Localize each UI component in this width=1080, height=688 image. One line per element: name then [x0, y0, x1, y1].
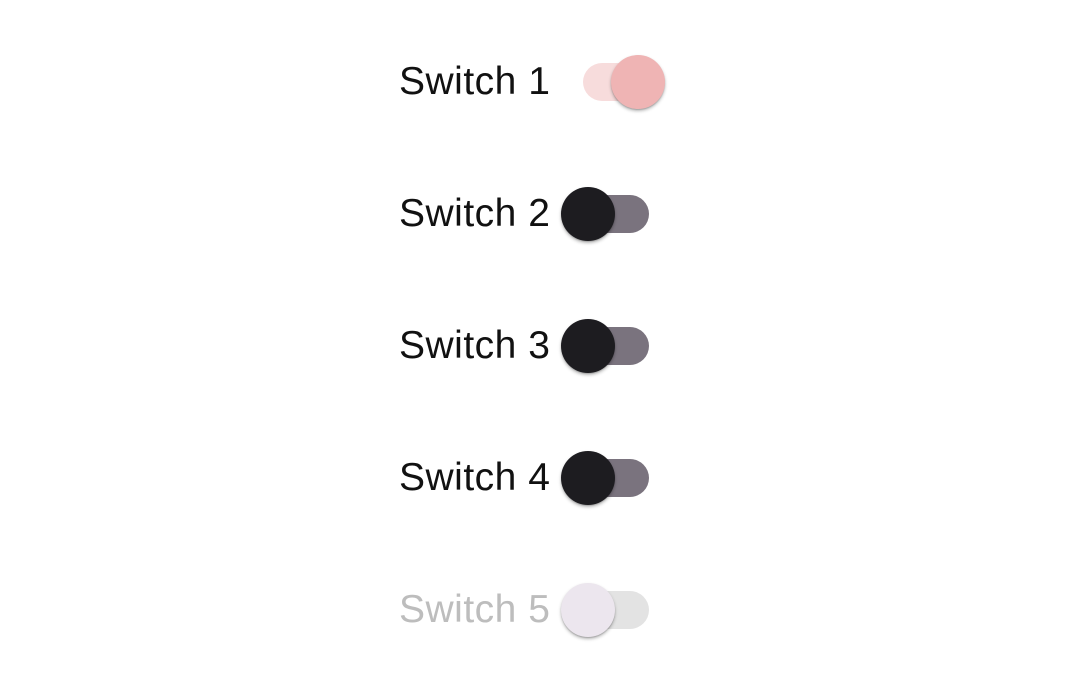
switch-4-toggle[interactable] [561, 446, 653, 510]
switch-4-thumb [561, 451, 615, 505]
switch-row-4: Switch 4 [399, 446, 699, 510]
switch-row-5: Switch 5 [399, 578, 699, 642]
switch-5-label: Switch 5 [399, 588, 551, 631]
switch-1-toggle[interactable] [578, 50, 670, 114]
switch-3-toggle[interactable] [561, 314, 653, 378]
switch-4-label: Switch 4 [399, 456, 551, 499]
switch-3-thumb [561, 319, 615, 373]
switch-row-1: Switch 1 [399, 50, 699, 114]
switch-row-2: Switch 2 [399, 182, 699, 246]
switch-2-label: Switch 2 [399, 192, 551, 235]
switch-2-toggle[interactable] [561, 182, 653, 246]
switch-1-label: Switch 1 [399, 60, 551, 103]
switch-2-thumb [561, 187, 615, 241]
switch-5-thumb [561, 583, 615, 637]
switch-3-label: Switch 3 [399, 324, 551, 367]
switch-row-3: Switch 3 [399, 314, 699, 378]
switch-list: Switch 1 Switch 2 Switch 3 Switch 4 Swit… [399, 0, 699, 688]
switch-1-thumb [611, 55, 665, 109]
switch-5-toggle [561, 578, 653, 642]
